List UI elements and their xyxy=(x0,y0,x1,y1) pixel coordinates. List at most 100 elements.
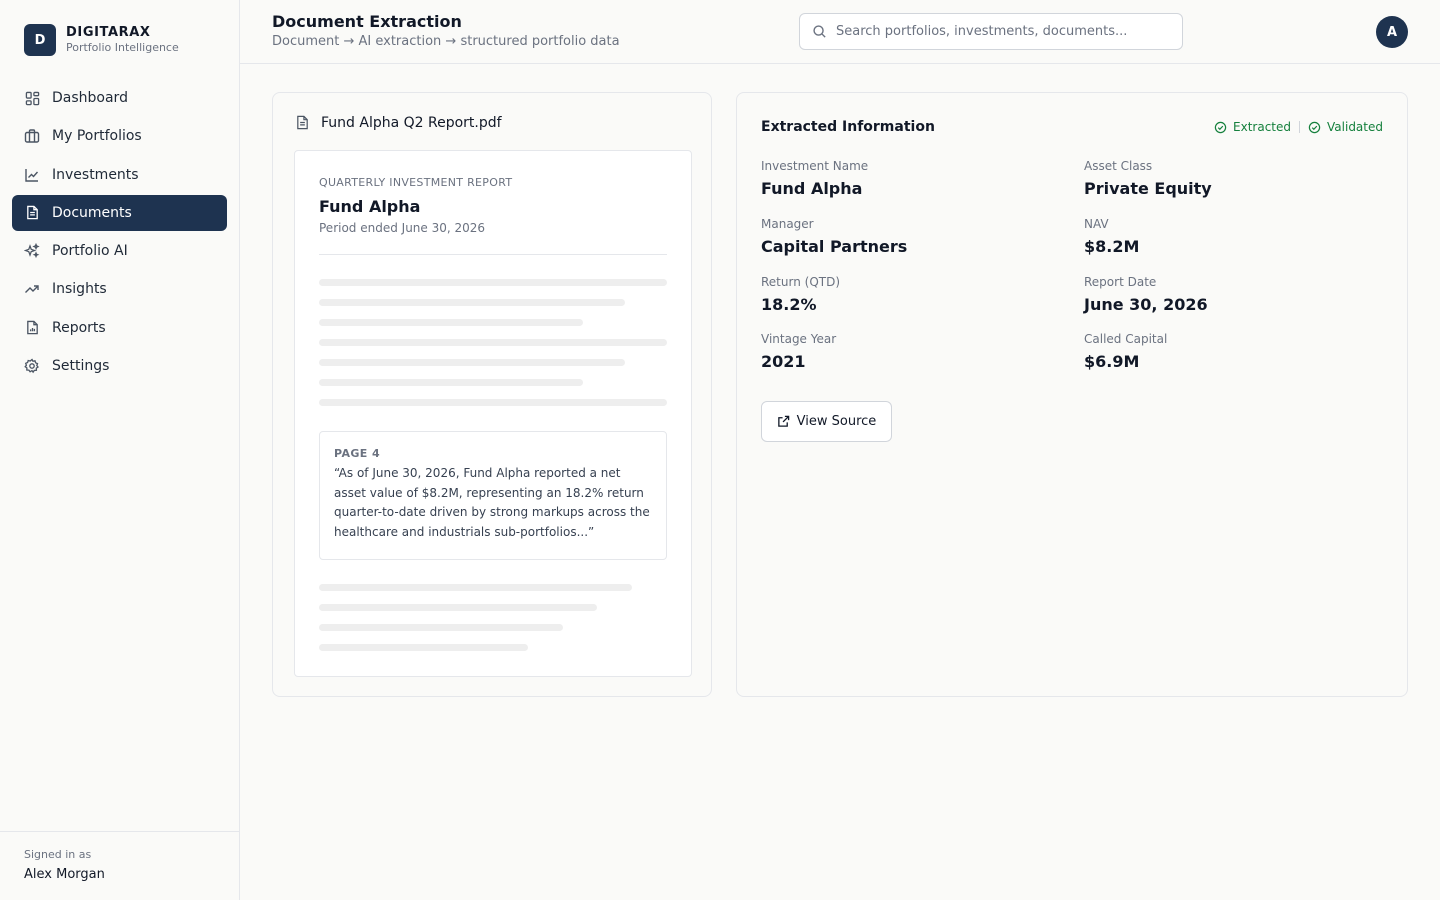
check-circle-icon xyxy=(1308,121,1321,134)
external-link-icon xyxy=(777,415,790,428)
field-value: $6.9M xyxy=(1084,352,1140,371)
sidebar-item-label: Portfolio AI xyxy=(52,243,128,260)
text-placeholder-line xyxy=(319,319,583,326)
sidebar-item-dashboard[interactable]: Dashboard xyxy=(12,80,227,116)
sidebar-item-label: Settings xyxy=(52,358,110,375)
panel-title: Extracted Information xyxy=(761,119,935,135)
field-value: Fund Alpha xyxy=(761,179,863,198)
trending-up-icon xyxy=(24,281,40,297)
avatar[interactable]: A xyxy=(1376,16,1408,48)
status-badge-validated: Validated xyxy=(1308,120,1383,134)
field-manager: Manager Capital Partners xyxy=(761,217,907,256)
sidebar-item-label: Documents xyxy=(52,204,132,221)
sidebar-item-documents[interactable]: Documents xyxy=(12,194,227,231)
field-return-qtd: Return (QTD) 18.2% xyxy=(761,275,840,314)
search-icon xyxy=(812,24,828,40)
brand-name: DIGITARAX xyxy=(66,25,151,40)
field-value: 18.2% xyxy=(761,295,817,314)
document-file[interactable]: Fund Alpha Q2 Report.pdf xyxy=(295,115,502,131)
field-value: June 30, 2026 xyxy=(1084,295,1208,314)
sidebar-item-reports[interactable]: Reports xyxy=(12,310,227,346)
field-label: Asset Class xyxy=(1084,159,1153,173)
excerpt-page-label: PAGE 4 xyxy=(334,447,380,460)
field-label: Manager xyxy=(761,217,814,231)
field-value: Private Equity xyxy=(1084,179,1212,198)
sidebar-item-settings[interactable]: Settings xyxy=(12,348,227,384)
sidebar-item-my-portfolios[interactable]: My Portfolios xyxy=(12,118,227,154)
signed-in-label: Signed in as xyxy=(24,848,92,861)
field-value: $8.2M xyxy=(1084,237,1140,256)
document-fund-name: Fund Alpha xyxy=(319,197,421,216)
user-name[interactable]: Alex Morgan xyxy=(24,867,215,882)
field-asset-class: Asset Class Private Equity xyxy=(1084,159,1212,198)
sidebar-item-label: Reports xyxy=(52,319,106,336)
gear-icon xyxy=(24,358,40,374)
sidebar-item-insights[interactable]: Insights xyxy=(12,271,227,307)
status-badge-label: Validated xyxy=(1327,120,1383,134)
text-placeholder-line xyxy=(319,299,625,306)
view-source-label: View Source xyxy=(796,414,877,429)
text-placeholder-line xyxy=(319,359,625,366)
sidebar-item-label: My Portfolios xyxy=(52,128,142,145)
document-period: Period ended June 30, 2026 xyxy=(319,221,486,235)
field-report-date: Report Date June 30, 2026 xyxy=(1084,275,1208,314)
sidebar-item-label: Investments xyxy=(52,166,139,183)
field-value: Capital Partners xyxy=(761,237,908,256)
field-label: Vintage Year xyxy=(761,332,837,346)
page-subtitle: Document → AI extraction → structured po… xyxy=(272,34,620,49)
divider xyxy=(1299,121,1301,133)
document-preview-panel: Fund Alpha Q2 Report.pdf QUARTERLY INVES… xyxy=(272,92,712,697)
field-investment-name: Investment Name Fund Alpha xyxy=(761,159,868,198)
document-page: QUARTERLY INVESTMENT REPORT Fund Alpha P… xyxy=(294,150,692,677)
text-placeholder-line xyxy=(319,624,563,631)
source-excerpt: PAGE 4 “As of June 30, 2026, Fund Alpha … xyxy=(319,431,667,560)
sidebar-item-investments[interactable]: Investments xyxy=(12,157,227,193)
field-label: Investment Name xyxy=(761,159,869,173)
sidebar-nav: Dashboard My Portfolios Investments Docu… xyxy=(12,80,227,386)
document-icon xyxy=(24,205,40,221)
text-placeholder-line xyxy=(319,584,632,591)
brand-tagline: Portfolio Intelligence xyxy=(66,41,179,54)
report-type-label: QUARTERLY INVESTMENT REPORT xyxy=(319,176,513,189)
field-nav: NAV $8.2M xyxy=(1084,217,1139,256)
signed-in-footer: Signed in as Alex Morgan xyxy=(0,831,239,900)
report-icon xyxy=(24,320,40,336)
file-icon xyxy=(295,115,311,131)
excerpt-text: “As of June 30, 2026, Fund Alpha reporte… xyxy=(334,466,650,539)
brand-logo: D xyxy=(24,24,56,56)
text-placeholder-line xyxy=(319,644,528,651)
field-label: Report Date xyxy=(1084,275,1157,289)
status-badge-extracted: Extracted xyxy=(1214,120,1291,134)
sidebar-item-portfolio-ai[interactable]: Portfolio AI xyxy=(12,233,227,269)
top-header: Document Extraction Document → AI extrac… xyxy=(240,0,1440,64)
divider xyxy=(319,254,667,255)
text-placeholder-line xyxy=(319,604,597,611)
field-value: 2021 xyxy=(761,352,806,371)
text-placeholder-line xyxy=(319,379,583,386)
status-badges: Extracted Validated xyxy=(1214,120,1383,134)
line-chart-icon xyxy=(24,167,40,183)
extracted-info-panel: Extracted Information Extracted Validate… xyxy=(736,92,1408,697)
text-placeholder-line xyxy=(319,339,667,346)
dashboard-grid-icon xyxy=(24,90,40,106)
sidebar: D DIGITARAX Portfolio Intelligence Dashb… xyxy=(0,0,240,900)
field-label: Return (QTD) xyxy=(761,275,841,289)
field-label: NAV xyxy=(1084,217,1109,231)
briefcase-icon xyxy=(24,128,40,144)
search-box[interactable] xyxy=(799,13,1183,50)
view-source-button[interactable]: View Source xyxy=(761,401,892,442)
sparkles-icon xyxy=(24,243,40,259)
sidebar-item-label: Insights xyxy=(52,281,107,298)
text-placeholder-line xyxy=(319,399,667,406)
sidebar-item-label: Dashboard xyxy=(52,90,128,106)
search-input[interactable] xyxy=(836,24,1156,39)
check-circle-icon xyxy=(1214,121,1227,134)
document-file-name: Fund Alpha Q2 Report.pdf xyxy=(321,115,502,131)
field-vintage-year: Vintage Year 2021 xyxy=(761,332,836,371)
field-label: Called Capital xyxy=(1084,332,1168,346)
status-badge-label: Extracted xyxy=(1233,120,1292,134)
page-title: Document Extraction xyxy=(272,12,462,31)
field-called-capital: Called Capital $6.9M xyxy=(1084,332,1167,371)
brand[interactable]: D DIGITARAX Portfolio Intelligence xyxy=(24,24,179,56)
text-placeholder-line xyxy=(319,279,667,286)
